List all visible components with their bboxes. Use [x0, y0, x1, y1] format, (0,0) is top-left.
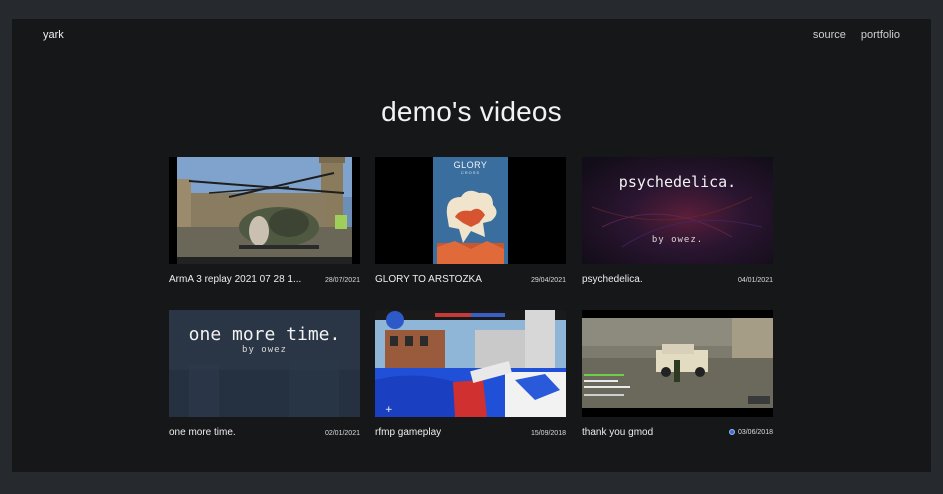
video-thumbnail[interactable]: GLORY CROSS	[375, 157, 566, 264]
page-title: demo's videos	[381, 96, 562, 127]
video-date-text: 15/09/2018	[530, 430, 566, 437]
video-date-text: 02/01/2021	[324, 430, 360, 437]
video-date: 04/01/2021	[738, 277, 773, 284]
thumb-title-text: one more time.	[188, 324, 341, 345]
video-date-text: 29/04/2021	[530, 277, 566, 284]
brand-link[interactable]: yark	[43, 29, 64, 41]
video-card[interactable]: psychedelica. by owez. psychedelica. 04/…	[582, 157, 773, 285]
arma-thumbnail-image	[169, 157, 360, 264]
video-date-text: 03/06/2018	[737, 428, 773, 436]
top-nav: source portfolio	[813, 29, 900, 41]
page-frame: yark source portfolio demo's videos ArmA…	[12, 19, 931, 472]
video-thumbnail[interactable]: +	[375, 310, 566, 417]
video-title[interactable]: ArmA 3 replay 2021 07 28 1...	[169, 274, 301, 285]
video-thumbnail[interactable]: psychedelica. by owez.	[582, 157, 773, 264]
thumb-title-text: GLORY	[453, 160, 488, 170]
nav-source-link[interactable]: source	[813, 29, 846, 41]
video-date: 03/06/2018	[728, 428, 773, 436]
video-date: 28/07/2021	[325, 277, 360, 284]
video-card[interactable]: one more time. by owez one more time. 02…	[169, 310, 360, 438]
rfmp-gameplay-thumbnail-image: +	[375, 310, 566, 417]
blue-circle-icon	[728, 429, 735, 435]
gmod-thumbnail-image	[582, 310, 773, 417]
thumb-title-text: psychedelica.	[618, 173, 737, 191]
video-thumbnail[interactable]: one more time. by owez	[169, 310, 360, 417]
video-date-text: 28/07/2021	[324, 277, 360, 284]
svg-text:+: +	[385, 405, 393, 415]
video-title[interactable]: thank you gmod	[582, 427, 653, 438]
video-card[interactable]: thank you gmod 03/06/2018	[582, 310, 773, 438]
video-title[interactable]: one more time.	[169, 427, 236, 438]
video-thumbnail[interactable]	[169, 157, 360, 264]
thumb-subtitle-text: CROSS	[460, 170, 481, 175]
thumb-subtitle-text: by owez	[242, 345, 287, 355]
video-date: 29/04/2021	[531, 277, 566, 284]
thumb-subtitle-text: by owez.	[651, 235, 704, 245]
video-title[interactable]: psychedelica.	[582, 274, 643, 285]
video-title[interactable]: rfmp gameplay	[375, 427, 441, 438]
video-date: 02/01/2021	[325, 430, 360, 437]
video-card[interactable]: + rfmp gameplay 15/09/2018	[375, 310, 566, 438]
video-date: 15/09/2018	[531, 430, 566, 437]
nav-portfolio-link[interactable]: portfolio	[861, 29, 900, 41]
video-date-text: 04/01/2021	[737, 277, 773, 284]
video-thumbnail[interactable]	[582, 310, 773, 417]
video-card[interactable]: ArmA 3 replay 2021 07 28 1... 28/07/2021	[169, 157, 360, 285]
video-card[interactable]: GLORY CROSS GLORY TO ARSTOZKA 29/04/2021	[375, 157, 566, 285]
video-title[interactable]: GLORY TO ARSTOZKA	[375, 274, 482, 285]
